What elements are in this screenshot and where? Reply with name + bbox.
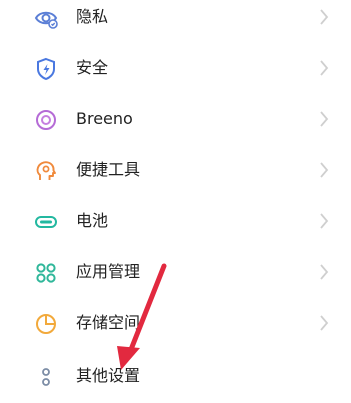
convenience-tools-icon [33,158,59,184]
chevron-right-icon [319,8,329,26]
settings-item-security[interactable]: 安全 [0,43,351,94]
settings-item-label: 电池 [76,211,109,230]
settings-item-battery[interactable]: 电池 [0,196,351,247]
settings-item-label: 应用管理 [76,262,141,281]
settings-item-app-management[interactable]: 应用管理 [0,247,351,298]
storage-pie-icon [33,311,59,337]
breeno-circle-icon [33,107,59,133]
battery-icon [33,209,59,235]
settings-item-other-settings[interactable]: 其他设置 [0,351,351,402]
settings-item-privacy[interactable]: 隐私 [0,0,351,43]
settings-item-label: 安全 [76,58,109,77]
settings-item-storage[interactable]: 存储空间 [0,298,351,349]
settings-item-label: 便捷工具 [76,160,141,179]
settings-item-convenience-tools[interactable]: 便捷工具 [0,145,351,196]
chevron-right-icon [319,263,329,281]
chevron-right-icon [319,59,329,77]
other-settings-icon [33,364,59,390]
chevron-right-icon [319,212,329,230]
chevron-right-icon [319,314,329,332]
settings-item-label: 存储空间 [76,313,141,332]
security-shield-icon [33,56,59,82]
settings-item-label: 其他设置 [76,366,141,385]
settings-item-label: Breeno [76,109,133,128]
app-management-icon [33,260,59,286]
settings-item-label: 隐私 [76,7,109,26]
settings-list: 隐私 安全 Breeno 便捷工具 电池 应用管理 存储空间 其他设置 [0,0,351,403]
privacy-eye-icon [33,5,59,31]
settings-item-breeno[interactable]: Breeno [0,94,351,145]
chevron-right-icon [319,110,329,128]
chevron-right-icon [319,161,329,179]
